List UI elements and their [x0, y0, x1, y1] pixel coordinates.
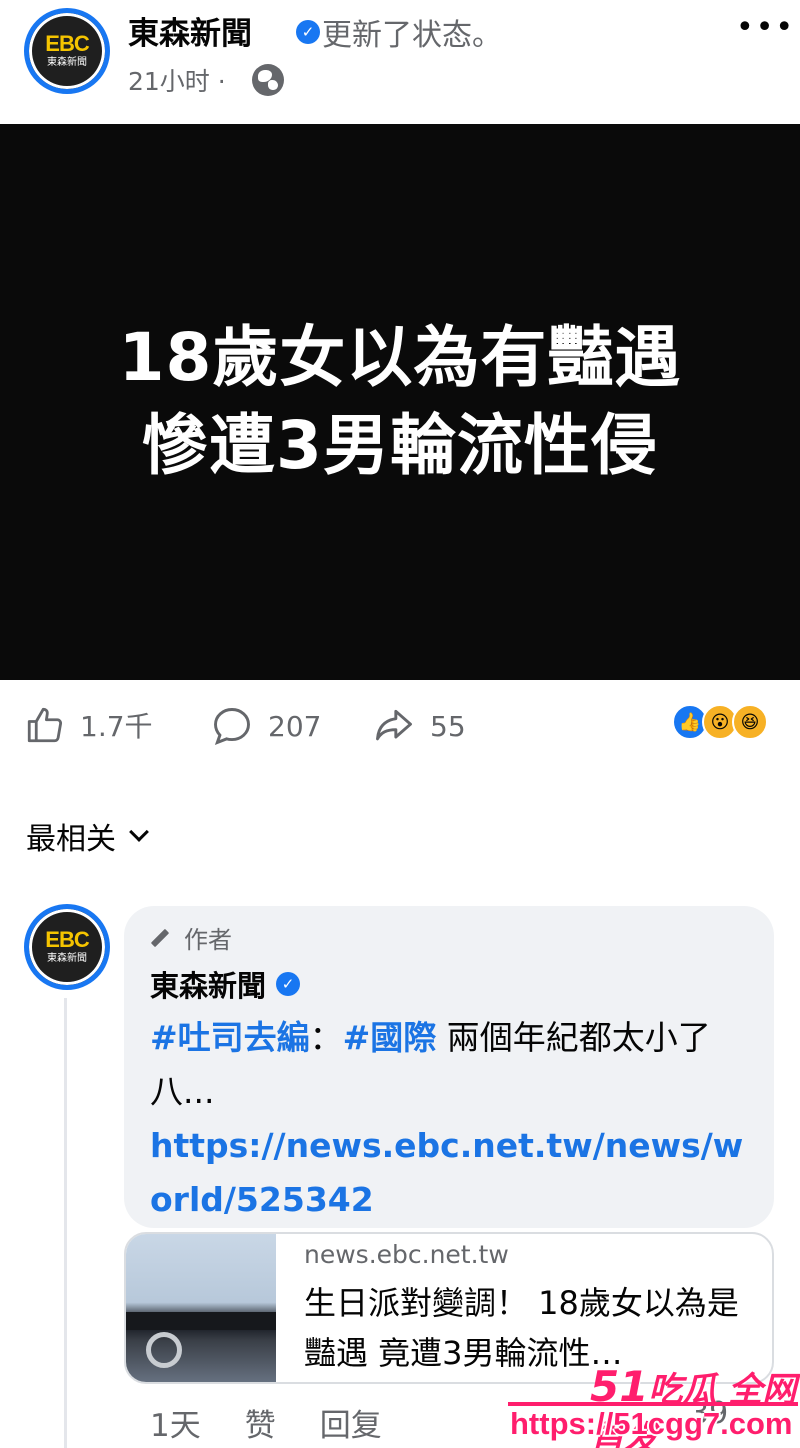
- hashtag-link[interactable]: #吐司去編: [150, 1018, 310, 1057]
- more-options-icon[interactable]: •••: [736, 10, 795, 45]
- colon: ：: [309, 1018, 343, 1057]
- post-meta: 21小时 ·: [128, 62, 226, 98]
- comment-bubble: 作者 東森新聞 ✓ #吐司去編：#國際 兩個年紀都太小了八... https:/…: [124, 906, 774, 1228]
- comment-author[interactable]: 東森新聞 ✓: [150, 963, 748, 1005]
- page-name[interactable]: 東森新聞: [128, 8, 252, 53]
- comment-button[interactable]: 207: [210, 704, 321, 748]
- haha-reaction-icon: 😆: [732, 704, 768, 740]
- comment-author-name[interactable]: 東森新聞: [150, 963, 266, 1005]
- verified-badge-icon: ✓: [276, 972, 301, 996]
- belt-graphic: [126, 1312, 276, 1330]
- meta-separator: ·: [217, 67, 226, 96]
- sort-label: 最相关: [26, 822, 116, 857]
- avatar-subtitle: 東森新聞: [47, 953, 87, 964]
- hashtag-link[interactable]: #國際: [343, 1018, 437, 1057]
- post-header: EBC 東森新聞 東森新聞 ✓ 更新了状态。 21小时 · •••: [0, 0, 800, 124]
- globe-icon: [252, 64, 284, 96]
- share-count: 55: [430, 709, 466, 743]
- comment-sort-dropdown[interactable]: 最相关: [26, 814, 149, 858]
- page-avatar[interactable]: EBC 東森新聞: [24, 8, 110, 94]
- post-time[interactable]: 21小时: [128, 67, 210, 96]
- comment-like-button[interactable]: 赞: [245, 1400, 276, 1445]
- preview-domain: news.ebc.net.tw: [304, 1240, 509, 1269]
- thread-line: [64, 998, 67, 1448]
- article-link[interactable]: https://news.ebc.net.tw/news/world/52534…: [150, 1126, 743, 1219]
- handcuff-graphic: [146, 1332, 182, 1368]
- post-image[interactable]: 18歲女以為有豔遇 慘遭3男輪流性侵: [0, 124, 800, 680]
- author-badge: 作者: [150, 920, 748, 955]
- like-button[interactable]: 1.7千: [24, 704, 153, 746]
- commenter-avatar[interactable]: EBC 東森新聞: [24, 904, 110, 990]
- comment-bubble-icon: [214, 708, 250, 746]
- comment-count: 207: [268, 709, 322, 743]
- comment-reply-button[interactable]: 回复: [320, 1400, 382, 1445]
- pencil-icon: [150, 928, 170, 947]
- ebc-logo: EBC: [45, 31, 89, 56]
- ebc-logo: EBC: [45, 927, 89, 952]
- share-arrow-icon: [376, 709, 412, 741]
- thumbs-up-icon: [27, 707, 63, 743]
- headline-line-2: 慘遭3男輪流性侵: [142, 407, 658, 484]
- share-button[interactable]: 55: [372, 704, 466, 748]
- comment-text: #吐司去編：#國際 兩個年紀都太小了八... https://news.ebc.…: [150, 1011, 748, 1227]
- author-tag-label: 作者: [184, 926, 232, 954]
- comment-actions: 1天 赞 回复: [150, 1400, 426, 1445]
- watermark-url: https://51cgg7.com: [510, 1406, 793, 1441]
- like-count: 1.7千: [80, 710, 153, 743]
- reaction-summary[interactable]: 👍 😮 😆: [672, 704, 768, 740]
- comment-time[interactable]: 1天: [150, 1400, 201, 1445]
- preview-thumbnail: [126, 1234, 276, 1382]
- chevron-down-icon: [129, 822, 149, 842]
- avatar-subtitle: 東森新聞: [47, 57, 87, 68]
- headline-line-1: 18歲女以為有豔遇: [118, 319, 682, 396]
- verified-badge-icon: ✓: [296, 20, 320, 44]
- action-text: 更新了状态。: [322, 18, 502, 53]
